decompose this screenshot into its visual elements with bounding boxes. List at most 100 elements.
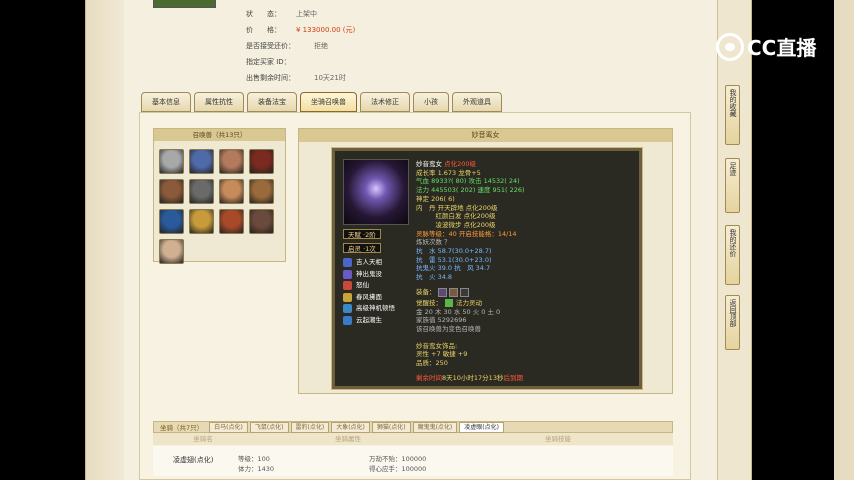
buyer-label: 指定买家 ID： (246, 58, 291, 66)
summon-detail-title: 妙音鸾女 (299, 129, 672, 142)
footprint-label: 足迹 (729, 162, 737, 176)
time-value: 10天21时 (314, 74, 346, 82)
skill-item[interactable]: 吉人天相 (343, 257, 395, 269)
summon-list-panel: 召唤兽（共13只） (153, 128, 286, 264)
awaken-value: 法力灵动 (456, 298, 482, 307)
bargain-label: 是否接受还价： (246, 42, 295, 50)
summon-thumb[interactable] (159, 179, 184, 204)
mount-skill-1: 万劫不殆：100000 (369, 455, 427, 463)
col-name: 坐骑名 (193, 435, 213, 443)
tab-appearance[interactable]: 外观道具 (452, 92, 502, 112)
stat-mp: 法力 445503( 202) 速度 951( 226) (416, 186, 525, 195)
listing-info: 状 态： 上架中 价 格： ¥ 133000.00 (元) 是否接受还价： 拒绝 指定… (246, 6, 355, 86)
decor-2: 品质：250 (416, 359, 448, 368)
mount-tab[interactable]: 魔鬼鬼(点化) (412, 421, 458, 433)
mount-tab-list: 白马(点化) 飞鼠(点化) 雷豹(点化) 大象(点化) 狮猫(点化) 魔鬼鬼(点化) 凌虚眼… (209, 421, 506, 433)
stat-hp: 气血 8933?( 80) 攻击 14532( 24) (416, 177, 520, 186)
summon-thumb[interactable] (189, 179, 214, 204)
my-favorites-label: 我的收藏 (729, 89, 737, 117)
tab-mounts-summons[interactable]: 坐骑召唤兽 (300, 92, 357, 112)
mount-level: 等级：100 (238, 455, 270, 463)
tab-attributes[interactable]: 属性抗性 (194, 92, 244, 112)
detail-tabs: 基本信息 属性抗性 装备法宝 坐骑召唤兽 法术修正 小孩 外观道具 (141, 92, 502, 112)
skill-item[interactable]: 云起潮生 (343, 315, 395, 327)
scrollbar[interactable] (834, 0, 854, 480)
skill-icon (343, 258, 352, 268)
skill-item[interactable]: 神出鬼没 (343, 269, 395, 281)
summon-card: 天赋 ·2阶 启灵 ·1次 吉人天相 神出鬼没 怒仙 春风拂面 高级神机顿悟 云起潮生 妙… (331, 147, 643, 390)
summon-thumb[interactable] (189, 149, 214, 174)
summon-thumb[interactable] (159, 209, 184, 234)
mount-tab[interactable]: 凌虚眼(点化) (459, 421, 504, 433)
mount-row: 凌虚翅(点化) 等级：100 体力：1430 万劫不殆：100000 得心应手：… (153, 446, 673, 476)
price-value: ¥ 133000.00 (元) (296, 26, 356, 34)
status-label: 状 态： (246, 10, 281, 18)
mount-tab[interactable]: 狮猫(点化) (371, 421, 411, 433)
inner-2: 红颜白发 点化200级 (416, 212, 496, 221)
tianfu-badge: 天赋 ·2阶 (343, 229, 381, 239)
res-4: 抗 火 34.8 (416, 273, 453, 282)
cc-live-logo: CC直播 (716, 32, 816, 61)
summon-name: 妙音鸾女 (416, 160, 445, 168)
my-favorites-button[interactable]: 我的收藏 (725, 85, 740, 145)
price-label: 价 格： (246, 26, 281, 34)
skill-item[interactable]: 春风拂面 (343, 292, 395, 304)
summon-thumb[interactable] (219, 149, 244, 174)
time-label: 出售剩余时间： (246, 74, 295, 82)
cc-logo-icon (716, 32, 744, 61)
summon-stats: 妙音鸾女 点化200级 成长率 1.673 龙骨+5 气血 8933?( 80)… (416, 160, 636, 382)
mount-name: 凌虚翅(点化) (173, 456, 214, 464)
back-to-top-button[interactable]: 返回顶部 (725, 295, 740, 350)
summon-thumb[interactable] (249, 149, 274, 174)
tab-spells[interactable]: 法术修正 (360, 92, 410, 112)
mount-tab[interactable]: 飞鼠(点化) (249, 421, 289, 433)
inner-3: 凌波微步 点化200级 (416, 220, 496, 229)
skill-name: 怒仙 (356, 281, 369, 289)
expire-value: 8天10小时17分13秒 (442, 373, 504, 382)
summon-thumb[interactable] (159, 149, 184, 174)
page-left-border (86, 0, 124, 480)
skill-name: 神出鬼没 (356, 269, 382, 278)
res-1: 抗 水 58.7(30.0+28.7) (416, 247, 492, 256)
skill-icon (343, 269, 352, 279)
tab-equipment[interactable]: 装备法宝 (247, 92, 297, 112)
stat-family: 家族值 5292696 (416, 316, 467, 325)
stat-train: 炼妖次数 ？ (416, 238, 451, 247)
summon-thumb[interactable] (189, 209, 214, 234)
summon-thumb[interactable] (249, 179, 274, 204)
footprint-button[interactable]: 足迹 (725, 158, 740, 213)
col-skill: 坐骑技能 (545, 435, 571, 443)
skill-icon (343, 292, 352, 302)
mount-tab[interactable]: 雷豹(点化) (290, 421, 330, 433)
stat-elements: 金 20 木 30 水 50 火 0 土 0 (416, 307, 501, 316)
back-to-top-label: 返回顶部 (729, 299, 737, 327)
bargain-value: 拒绝 (314, 42, 328, 50)
equip-icon[interactable] (448, 287, 458, 297)
res-3: 抗鬼火 39.0 抗 风 34.7 (416, 264, 491, 273)
summon-thumb[interactable] (159, 239, 184, 264)
inner-1: 内 丹 开天辟地 点化200级 (416, 203, 498, 212)
skill-list: 吉人天相神出鬼没怒仙春风拂面 高级神机顿悟 云起潮生 (343, 257, 395, 326)
expire-suffix: 后到期 (503, 373, 523, 382)
summon-thumb[interactable] (219, 179, 244, 204)
mount-tab[interactable]: 白马(点化) (209, 421, 248, 433)
summon-thumb[interactable] (219, 209, 244, 234)
skill-item[interactable]: 高级神机顿悟 (343, 303, 395, 315)
summon-portrait (343, 159, 409, 225)
equip-icon[interactable] (459, 287, 469, 297)
cc-logo-text: CC直播 (747, 36, 817, 60)
skill-item[interactable]: 怒仙 (343, 280, 395, 292)
my-bargain-button[interactable]: 我的还价 (725, 225, 740, 285)
tab-children[interactable]: 小孩 (413, 92, 449, 112)
decor-1: 灵性 +7 敏捷 +9 (416, 350, 468, 359)
awaken-label: 觉醒技： (416, 298, 442, 307)
equip-icon[interactable] (437, 287, 447, 297)
skill-icon (343, 315, 352, 325)
skill-name: 吉人天相 (356, 258, 382, 266)
summon-list-title: 召唤兽（共13只） (154, 129, 285, 141)
summon-thumb[interactable] (249, 209, 274, 234)
col-attr: 坐骑属性 (335, 435, 361, 443)
awaken-icon (445, 299, 453, 308)
tab-basic-info[interactable]: 基本信息 (141, 92, 191, 112)
mount-tab[interactable]: 大象(点化) (331, 421, 370, 433)
